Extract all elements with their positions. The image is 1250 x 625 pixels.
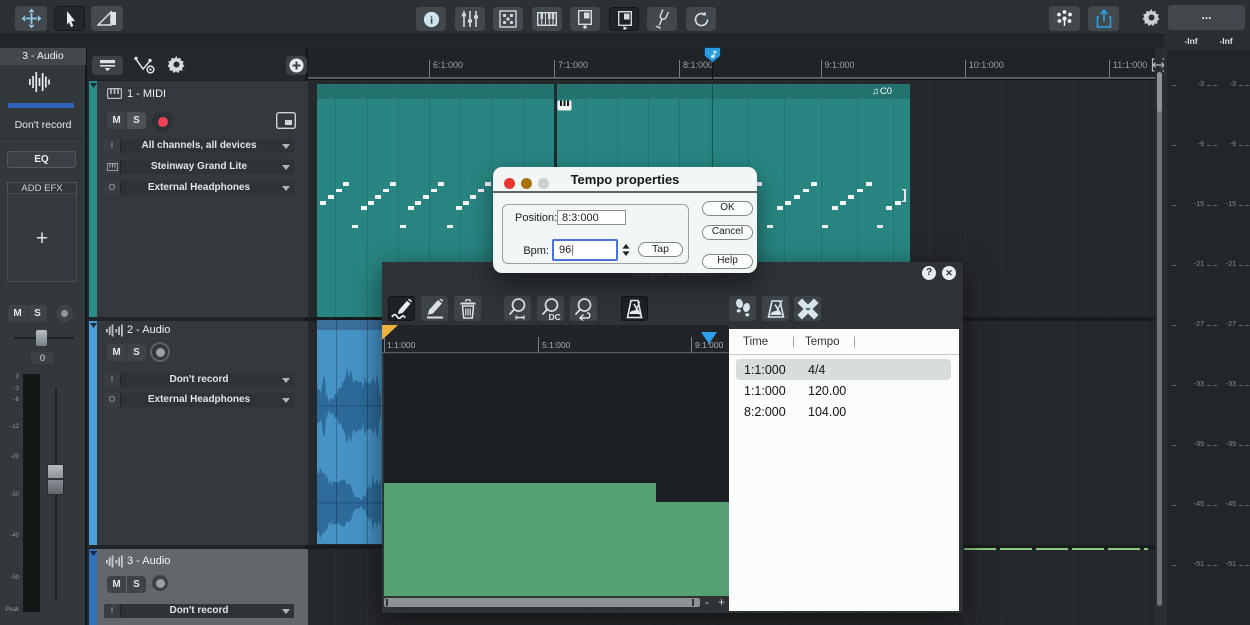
svg-text:i: i <box>429 14 432 26</box>
svg-text:DC: DC <box>548 312 560 321</box>
